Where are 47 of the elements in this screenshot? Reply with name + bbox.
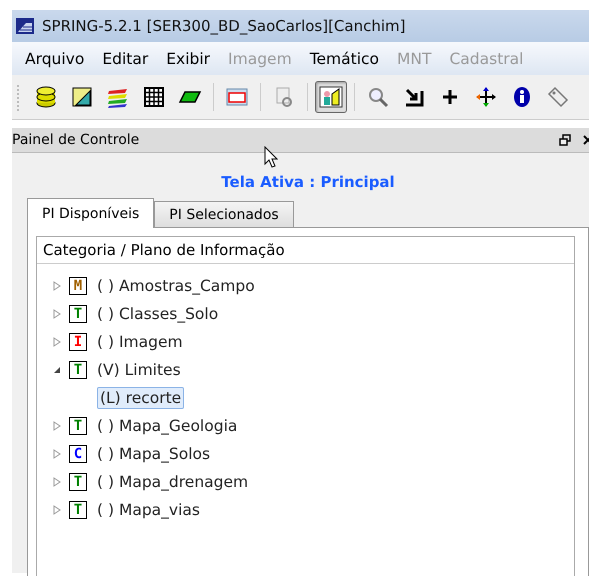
database-icon <box>34 85 58 109</box>
expand-icon[interactable] <box>53 281 61 291</box>
category-icon: T <box>69 361 87 379</box>
tree-item[interactable]: ( ) Mapa_Geologia <box>95 416 240 436</box>
tree-item[interactable]: ( ) Imagem <box>95 332 185 352</box>
tree-item[interactable]: (V) Limites <box>95 360 183 380</box>
expand-icon[interactable] <box>53 421 61 431</box>
grid-icon <box>142 85 166 109</box>
expand-icon[interactable] <box>53 505 61 515</box>
tree-item[interactable]: (L) recorte <box>97 387 184 409</box>
collapse-icon[interactable] <box>53 366 61 374</box>
category-icon: I <box>69 333 87 351</box>
expand-icon[interactable] <box>53 337 61 347</box>
menu-item[interactable]: Arquivo <box>16 50 94 68</box>
category-icon: T <box>69 305 87 323</box>
category-icon: T <box>69 473 87 491</box>
tree-item[interactable]: ( ) Mapa_vias <box>95 500 202 520</box>
close-icon[interactable] <box>583 135 589 145</box>
active-screen-label: Tela Ativa : Principal <box>221 173 395 191</box>
toolbar-button[interactable] <box>315 81 347 113</box>
tree-item[interactable]: ( ) Amostras_Campo <box>95 276 257 296</box>
panel-title: Painel de Controle <box>12 132 140 148</box>
toolbar-grip <box>16 82 20 112</box>
tree-item[interactable]: ( ) Mapa_drenagem <box>95 472 250 492</box>
tab[interactable]: PI Selecionados <box>154 201 294 227</box>
tag-icon <box>546 85 570 109</box>
menu-item[interactable]: Exibir <box>157 50 220 68</box>
search-icon <box>366 85 390 109</box>
restore-icon[interactable] <box>559 134 571 146</box>
expand-icon[interactable] <box>53 309 61 319</box>
category-icon: M <box>69 277 87 295</box>
expand-icon[interactable] <box>53 477 61 487</box>
menu-item[interactable]: Editar <box>93 50 158 68</box>
expand-icon[interactable] <box>53 449 61 459</box>
tree-item[interactable]: ( ) Classes_Solo <box>95 304 220 324</box>
window-title: SPRING-5.2.1 [SER300_BD_SaoCarlos][Canchim] <box>42 17 406 35</box>
app-icon <box>16 18 34 34</box>
move-icon <box>474 85 498 109</box>
category-icon: T <box>69 501 87 519</box>
person-icon <box>319 85 343 109</box>
column-header: Categoria / Plano de Informação <box>37 237 574 264</box>
tree-item[interactable]: ( ) Mapa_Solos <box>95 444 212 464</box>
category-icon: T <box>69 417 87 435</box>
category-icon: C <box>69 445 87 463</box>
tab[interactable]: PI Disponíveis <box>27 198 154 228</box>
mouse-pointer-icon <box>264 146 278 168</box>
menu-item[interactable]: Temático <box>300 50 388 68</box>
